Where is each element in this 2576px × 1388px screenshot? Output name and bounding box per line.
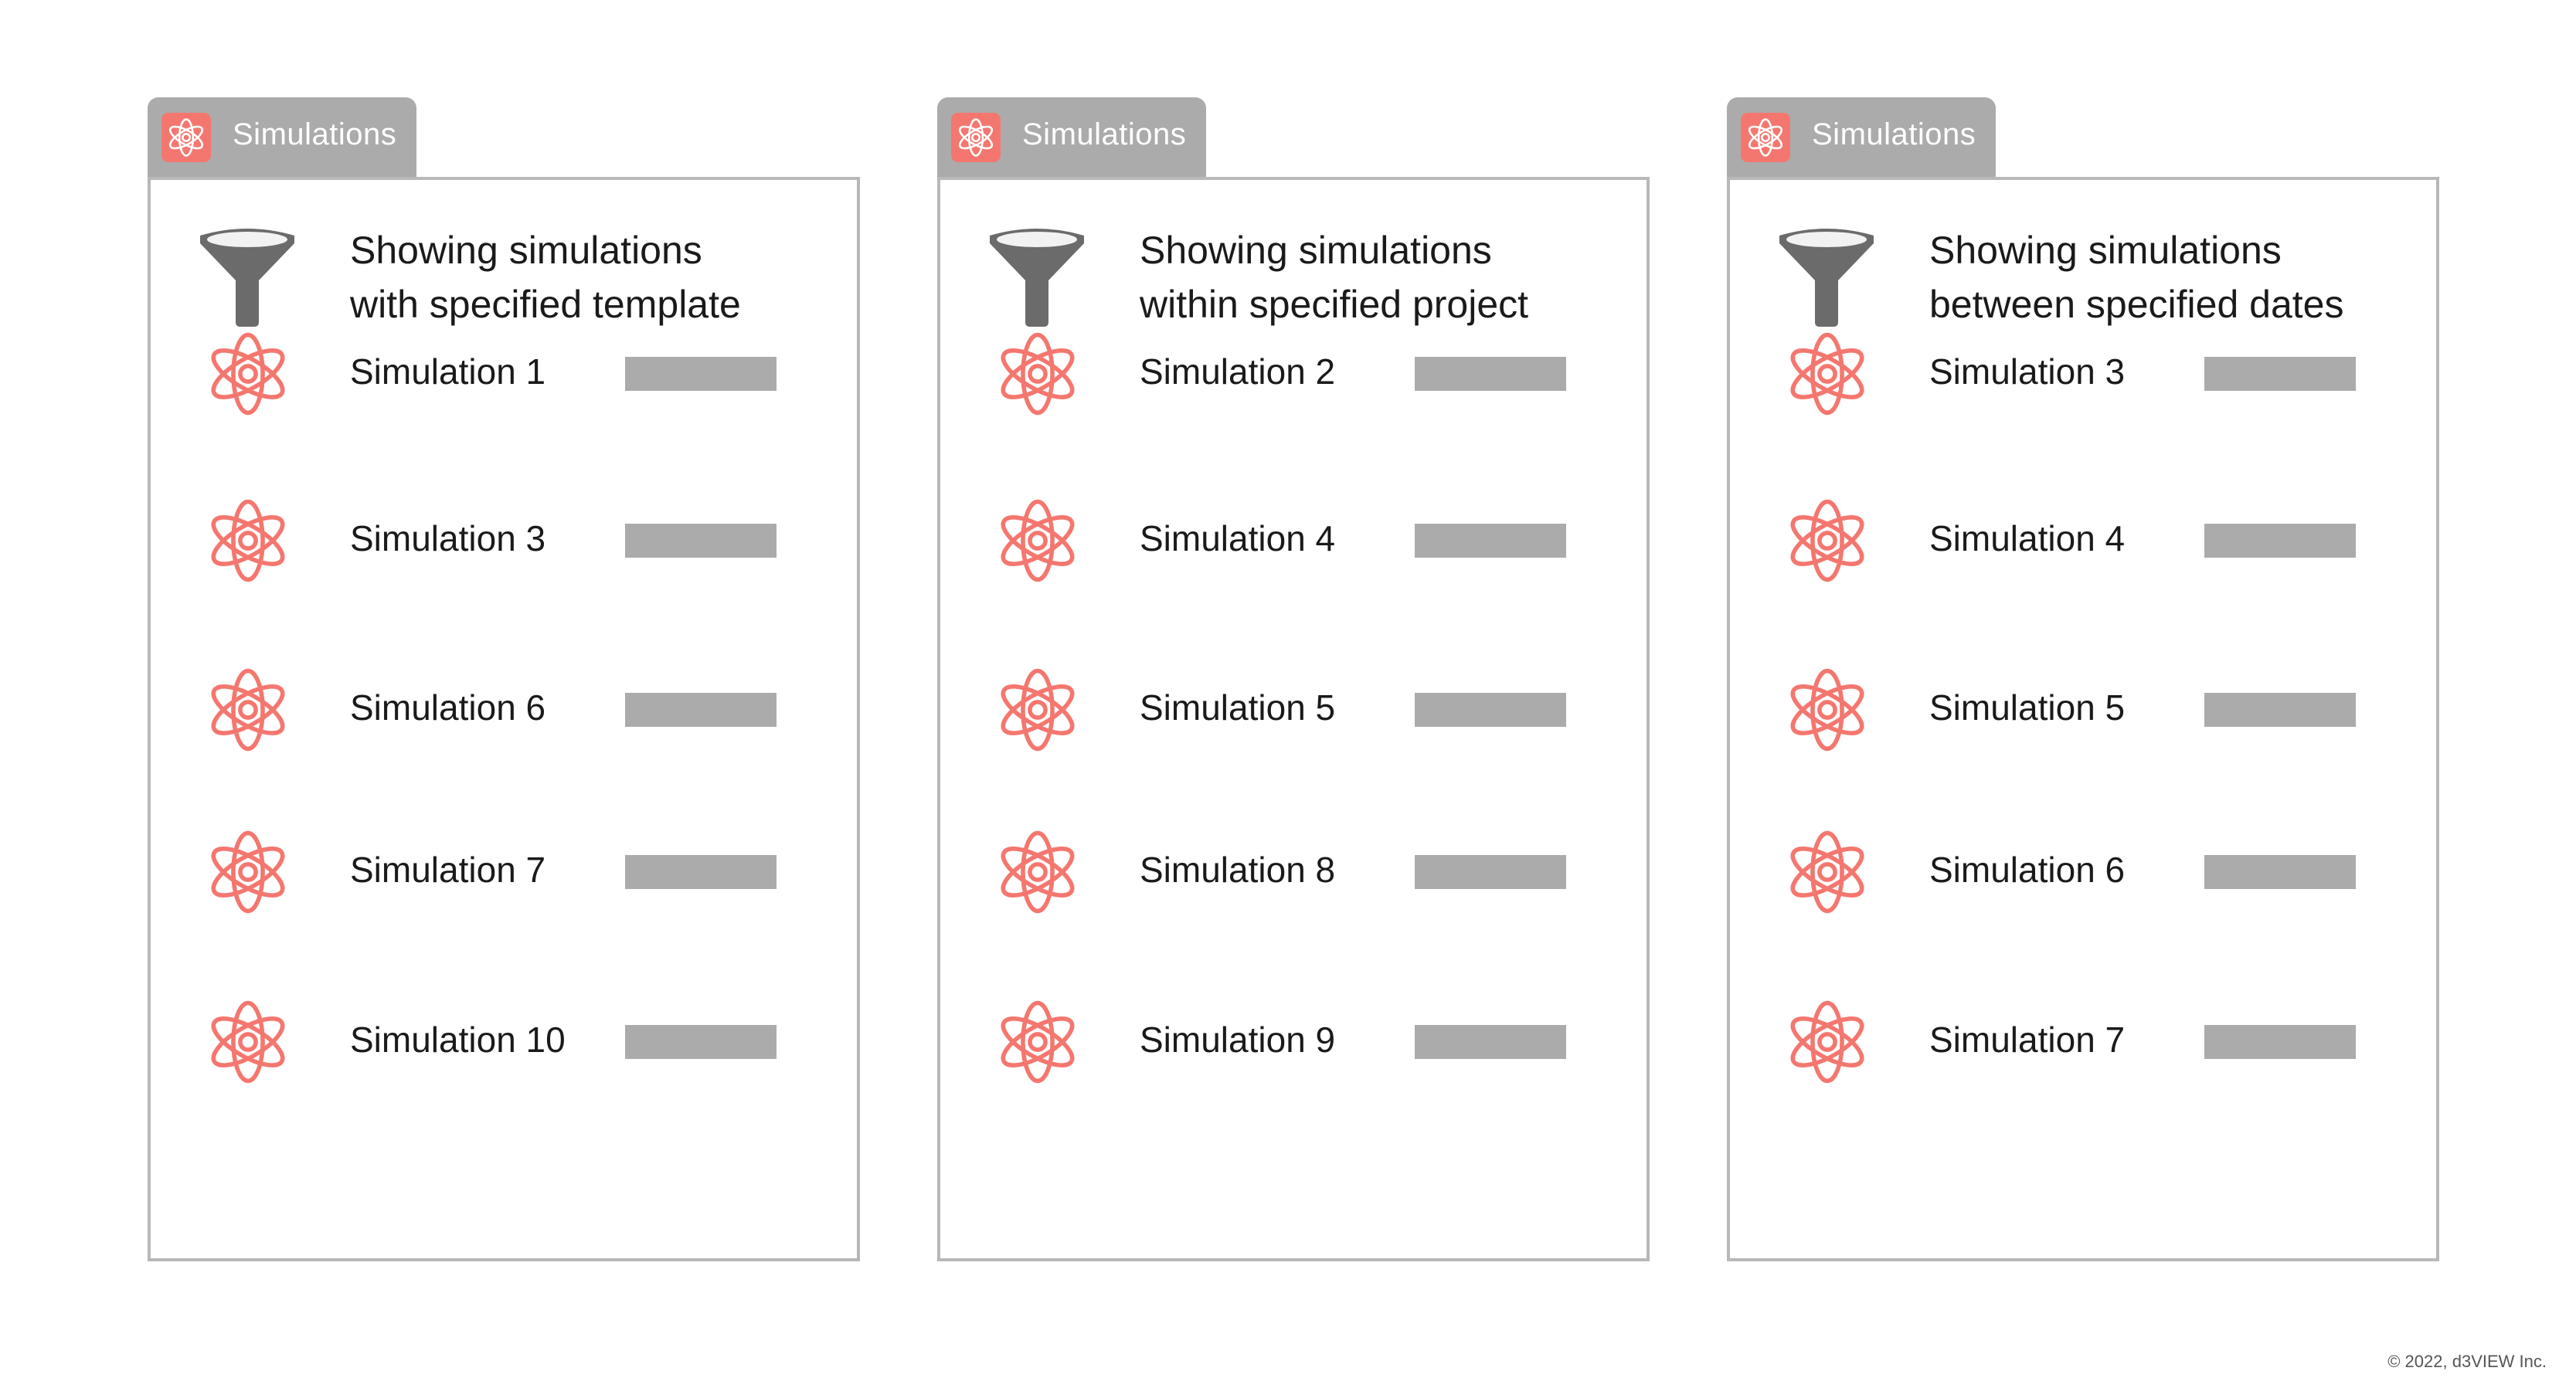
- tab-label: Simulations: [233, 117, 397, 151]
- placeholder-bar: [1415, 524, 1566, 558]
- list-item[interactable]: Simulation 6: [151, 663, 857, 756]
- panels-area: Simulations Showing simulations with speci…: [0, 0, 2576, 1388]
- simulation-name: Simulation 4: [1140, 518, 1336, 558]
- simulation-name: Simulation 3: [350, 518, 546, 558]
- list-item[interactable]: Simulation 1: [151, 327, 857, 420]
- placeholder-bar: [1415, 357, 1566, 391]
- atom-icon: [1741, 113, 1790, 162]
- list-item[interactable]: Simulation 8: [940, 826, 1647, 918]
- simulations-tab[interactable]: Simulations: [1727, 97, 1996, 177]
- placeholder-bar: [2204, 524, 2356, 558]
- simulation-name: Simulation 9: [1140, 1020, 1336, 1060]
- atom-icon: [1784, 497, 1871, 588]
- list-item[interactable]: Simulation 4: [1730, 494, 2436, 587]
- list-item[interactable]: Simulation 10: [151, 996, 857, 1088]
- atom-icon: [205, 829, 291, 919]
- atom-icon: [205, 497, 291, 588]
- atom-icon: [1784, 667, 1871, 757]
- placeholder-bar: [625, 855, 777, 889]
- tab-label: Simulations: [1022, 117, 1187, 151]
- atom-icon: [205, 331, 291, 421]
- funnel-icon: [987, 226, 1087, 331]
- funnel-icon: [1776, 226, 1877, 331]
- placeholder-bar: [2204, 357, 2356, 391]
- placeholder-bar: [2204, 693, 2356, 727]
- list-item[interactable]: Simulation 5: [940, 663, 1647, 756]
- simulations-tab[interactable]: Simulations: [937, 97, 1206, 177]
- simulation-name: Simulation 8: [1140, 850, 1336, 890]
- atom-icon: [994, 999, 1081, 1089]
- filter-description: within specified project: [1140, 283, 1529, 326]
- simulations-panel: Simulations Showing simulations with speci…: [148, 97, 860, 1261]
- filter-description: Showing simulations: [350, 229, 702, 272]
- atom-icon: [994, 497, 1081, 588]
- simulations-panel: Simulations Showing simulations within spe…: [937, 97, 1650, 1261]
- atom-icon: [994, 829, 1081, 919]
- atom-icon: [1784, 999, 1871, 1089]
- list-item[interactable]: Simulation 5: [1730, 663, 2436, 756]
- placeholder-bar: [2204, 855, 2356, 889]
- simulation-list-panel: Showing simulations within specified proj…: [937, 177, 1650, 1261]
- filter-description: Showing simulations: [1140, 229, 1492, 272]
- atom-icon: [205, 667, 291, 757]
- atom-icon: [994, 331, 1081, 421]
- atom-icon: [205, 999, 291, 1089]
- list-item[interactable]: Simulation 7: [1730, 996, 2436, 1088]
- atom-icon: [161, 113, 211, 162]
- list-item[interactable]: Simulation 6: [1730, 826, 2436, 918]
- simulation-name: Simulation 6: [1929, 850, 2126, 890]
- list-item[interactable]: Simulation 9: [940, 996, 1647, 1088]
- placeholder-bar: [2204, 1025, 2356, 1059]
- atom-icon: [1784, 829, 1871, 919]
- simulation-name: Simulation 4: [1929, 518, 2126, 558]
- simulation-name: Simulation 5: [1929, 687, 2126, 728]
- simulation-name: Simulation 10: [350, 1020, 566, 1060]
- atom-icon: [1784, 331, 1871, 421]
- filter-description: Showing simulations: [1929, 229, 2282, 272]
- simulation-name: Simulation 5: [1140, 687, 1336, 728]
- simulation-name: Simulation 3: [1929, 351, 2126, 392]
- simulation-name: Simulation 2: [1140, 351, 1336, 392]
- placeholder-bar: [625, 524, 777, 558]
- list-item[interactable]: Simulation 2: [940, 327, 1647, 420]
- list-item[interactable]: Simulation 3: [1730, 327, 2436, 420]
- simulation-name: Simulation 7: [350, 850, 546, 890]
- simulations-tab[interactable]: Simulations: [148, 97, 416, 177]
- simulation-name: Simulation 1: [350, 351, 546, 392]
- atom-icon: [994, 667, 1081, 757]
- simulation-name: Simulation 7: [1929, 1020, 2126, 1060]
- placeholder-bar: [625, 357, 777, 391]
- funnel-icon: [197, 226, 297, 331]
- simulations-panel: Simulations Showing simulations between sp…: [1727, 97, 2439, 1261]
- filter-description: between specified dates: [1929, 283, 2344, 326]
- tab-label: Simulations: [1812, 117, 1976, 151]
- placeholder-bar: [1415, 855, 1566, 889]
- list-item[interactable]: Simulation 3: [151, 494, 857, 587]
- filter-description: with specified template: [350, 283, 741, 326]
- placeholder-bar: [625, 1025, 777, 1059]
- placeholder-bar: [1415, 1025, 1566, 1059]
- placeholder-bar: [625, 693, 777, 727]
- simulation-name: Simulation 6: [350, 687, 546, 728]
- placeholder-bar: [1415, 693, 1566, 727]
- copyright-text: © 2022, d3VIEW Inc.: [2387, 1352, 2547, 1371]
- list-item[interactable]: Simulation 7: [151, 826, 857, 918]
- list-item[interactable]: Simulation 4: [940, 494, 1647, 587]
- simulation-list-panel: Showing simulations with specified templa…: [148, 177, 860, 1261]
- simulation-list-panel: Showing simulations between specified dat…: [1727, 177, 2439, 1261]
- atom-icon: [951, 113, 1001, 162]
